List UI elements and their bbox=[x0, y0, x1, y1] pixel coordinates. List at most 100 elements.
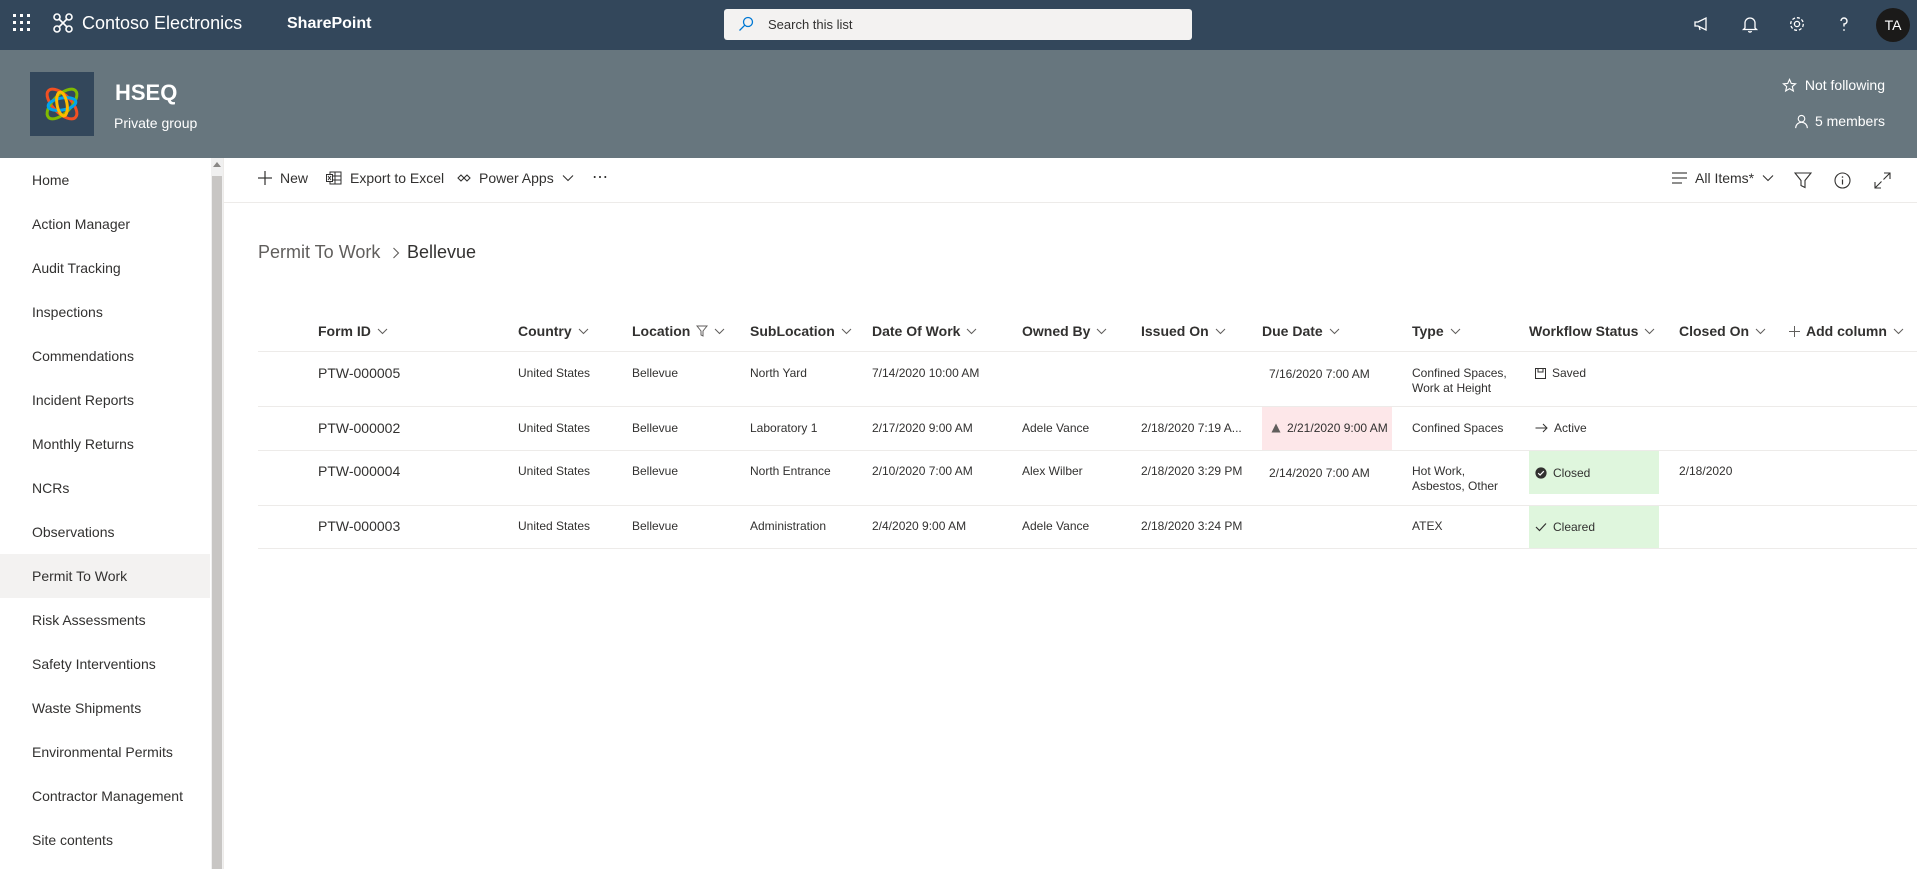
column-header-label: Owned By bbox=[1022, 323, 1091, 339]
cell-issued-on: 2/18/2020 7:19 A... bbox=[1141, 421, 1242, 435]
cell-date-of-work: 2/17/2020 9:00 AM bbox=[872, 421, 973, 435]
follow-button[interactable]: Not following bbox=[1781, 77, 1885, 93]
bell-icon[interactable] bbox=[1740, 14, 1760, 34]
nav-item-inspections[interactable]: Inspections bbox=[0, 290, 210, 334]
suite-bar: Contoso Electronics SharePoint Search th… bbox=[0, 0, 1917, 50]
members-label: 5 members bbox=[1814, 113, 1885, 129]
user-avatar[interactable]: TA bbox=[1876, 8, 1910, 42]
help-icon[interactable] bbox=[1834, 14, 1854, 34]
warning-icon bbox=[1271, 423, 1281, 433]
nav-item-permit-to-work[interactable]: Permit To Work bbox=[0, 554, 210, 598]
cell-form-id[interactable]: PTW-000002 bbox=[318, 421, 400, 436]
view-selector[interactable]: All Items* bbox=[1672, 170, 1774, 186]
site-header: HSEQ Private group Not following 5 membe… bbox=[0, 50, 1917, 158]
search-box[interactable]: Search this list bbox=[724, 9, 1192, 40]
site-logo[interactable] bbox=[30, 72, 94, 136]
column-header-date-of-work[interactable]: Date Of Work bbox=[872, 310, 977, 352]
more-commands-button[interactable]: ⋯ bbox=[592, 167, 608, 187]
cell-issued-on: 2/18/2020 3:29 PM bbox=[1141, 464, 1243, 478]
column-header-label: Issued On bbox=[1141, 323, 1209, 339]
status-label: Saved bbox=[1552, 366, 1587, 380]
column-header-due-date[interactable]: Due Date bbox=[1262, 310, 1340, 352]
cell-owned-by[interactable]: Adele Vance bbox=[1022, 421, 1089, 436]
cell-form-id[interactable]: PTW-000003 bbox=[318, 519, 400, 534]
column-header-issued-on[interactable]: Issued On bbox=[1141, 310, 1226, 352]
brand-name[interactable]: Contoso Electronics bbox=[82, 13, 242, 34]
new-button[interactable]: New bbox=[258, 170, 308, 186]
column-header-owned-by[interactable]: Owned By bbox=[1022, 310, 1107, 352]
nav-item-audit-tracking[interactable]: Audit Tracking bbox=[0, 246, 210, 290]
add-column-button[interactable]: Add column bbox=[1789, 310, 1904, 352]
column-header-country[interactable]: Country bbox=[518, 310, 589, 352]
cell-form-id[interactable]: PTW-000004 bbox=[318, 464, 400, 479]
cell-type-line2: Asbestos, Other bbox=[1412, 479, 1499, 493]
gear-icon[interactable] bbox=[1787, 14, 1807, 34]
nav-item-contractor-management[interactable]: Contractor Management bbox=[0, 774, 210, 818]
cell-owned-by[interactable]: Adele Vance bbox=[1022, 519, 1089, 534]
power-apps-button[interactable]: Power Apps bbox=[457, 170, 574, 186]
site-title[interactable]: HSEQ bbox=[115, 80, 177, 106]
expand-icon[interactable] bbox=[1874, 172, 1891, 189]
search-input[interactable]: Search this list bbox=[768, 17, 853, 32]
left-navigation: Home Action Manager Audit Tracking Inspe… bbox=[0, 158, 211, 869]
brand-logo-icon bbox=[53, 13, 73, 33]
excel-icon bbox=[326, 171, 342, 185]
nav-item-commendations[interactable]: Commendations bbox=[0, 334, 210, 378]
person-icon bbox=[1795, 114, 1808, 128]
cell-owned-by[interactable]: Alex Wilber bbox=[1022, 464, 1083, 479]
nav-item-ncrs[interactable]: NCRs bbox=[0, 466, 210, 510]
nav-item-site-contents[interactable]: Site contents bbox=[0, 818, 210, 862]
breadcrumb-current: Bellevue bbox=[407, 242, 477, 262]
nav-item-observations[interactable]: Observations bbox=[0, 510, 210, 554]
members-button[interactable]: 5 members bbox=[1794, 113, 1885, 129]
table-row[interactable]: PTW-000005 United States Bellevue North … bbox=[258, 352, 1917, 407]
chevron-down-icon bbox=[714, 328, 725, 334]
chevron-down-icon bbox=[1329, 328, 1340, 334]
cell-form-id[interactable]: PTW-000005 bbox=[318, 366, 400, 381]
chevron-down-icon bbox=[1893, 328, 1904, 334]
follow-label: Not following bbox=[1804, 77, 1885, 93]
export-excel-button[interactable]: Export to Excel bbox=[326, 170, 444, 186]
scroll-up-arrow-icon[interactable] bbox=[213, 162, 221, 167]
status-badge: Active bbox=[1529, 421, 1587, 435]
cell-sublocation: Laboratory 1 bbox=[750, 421, 818, 435]
column-header-label: Country bbox=[518, 323, 572, 339]
star-icon bbox=[1781, 77, 1797, 92]
scrollbar-thumb[interactable] bbox=[212, 176, 222, 869]
column-header-workflow-status[interactable]: Workflow Status bbox=[1529, 310, 1655, 352]
cell-issued-on: 2/18/2020 3:24 PM bbox=[1141, 519, 1243, 533]
column-header-closed-on[interactable]: Closed On bbox=[1679, 310, 1766, 352]
chevron-down-icon bbox=[1645, 328, 1655, 334]
nav-item-home[interactable]: Home bbox=[0, 158, 210, 202]
app-name[interactable]: SharePoint bbox=[287, 15, 371, 33]
table-row[interactable]: PTW-000004 United States Bellevue North … bbox=[258, 451, 1917, 506]
power-apps-label: Power Apps bbox=[479, 170, 554, 186]
cell-country: United States bbox=[518, 519, 591, 533]
nav-item-incident-reports[interactable]: Incident Reports bbox=[0, 378, 210, 422]
nav-item-risk-assessments[interactable]: Risk Assessments bbox=[0, 598, 210, 642]
cell-date-of-work: 2/10/2020 7:00 AM bbox=[872, 464, 973, 478]
cell-country: United States bbox=[518, 464, 591, 478]
nav-item-monthly-returns[interactable]: Monthly Returns bbox=[0, 422, 210, 466]
column-header-location[interactable]: Location bbox=[632, 310, 725, 352]
filter-icon[interactable] bbox=[1794, 172, 1812, 189]
column-header-sublocation[interactable]: SubLocation bbox=[750, 310, 852, 352]
cell-type-line1: Hot Work, bbox=[1412, 464, 1466, 478]
cell-type-line1: Confined Spaces, bbox=[1412, 366, 1507, 380]
column-header-form-id[interactable]: Form ID bbox=[318, 310, 388, 352]
info-icon[interactable] bbox=[1834, 172, 1851, 189]
nav-scrollbar[interactable] bbox=[211, 158, 223, 869]
nav-item-action-manager[interactable]: Action Manager bbox=[0, 202, 210, 246]
cell-sublocation: North Entrance bbox=[750, 464, 831, 478]
nav-item-environmental-permits[interactable]: Environmental Permits bbox=[0, 730, 210, 774]
column-header-type[interactable]: Type bbox=[1412, 310, 1461, 352]
chevron-down-icon bbox=[1215, 328, 1226, 334]
nav-item-safety-interventions[interactable]: Safety Interventions bbox=[0, 642, 210, 686]
app-launcher-icon[interactable] bbox=[13, 14, 30, 31]
nav-item-waste-shipments[interactable]: Waste Shipments bbox=[0, 686, 210, 730]
breadcrumb-parent[interactable]: Permit To Work bbox=[258, 242, 380, 263]
table-row[interactable]: PTW-000003 United States Bellevue Admini… bbox=[258, 506, 1917, 549]
table-row[interactable]: PTW-000002 United States Bellevue Labora… bbox=[258, 407, 1917, 451]
cell-due-date: 2/21/2020 9:00 AM bbox=[1265, 421, 1388, 435]
megaphone-icon[interactable] bbox=[1692, 14, 1712, 34]
